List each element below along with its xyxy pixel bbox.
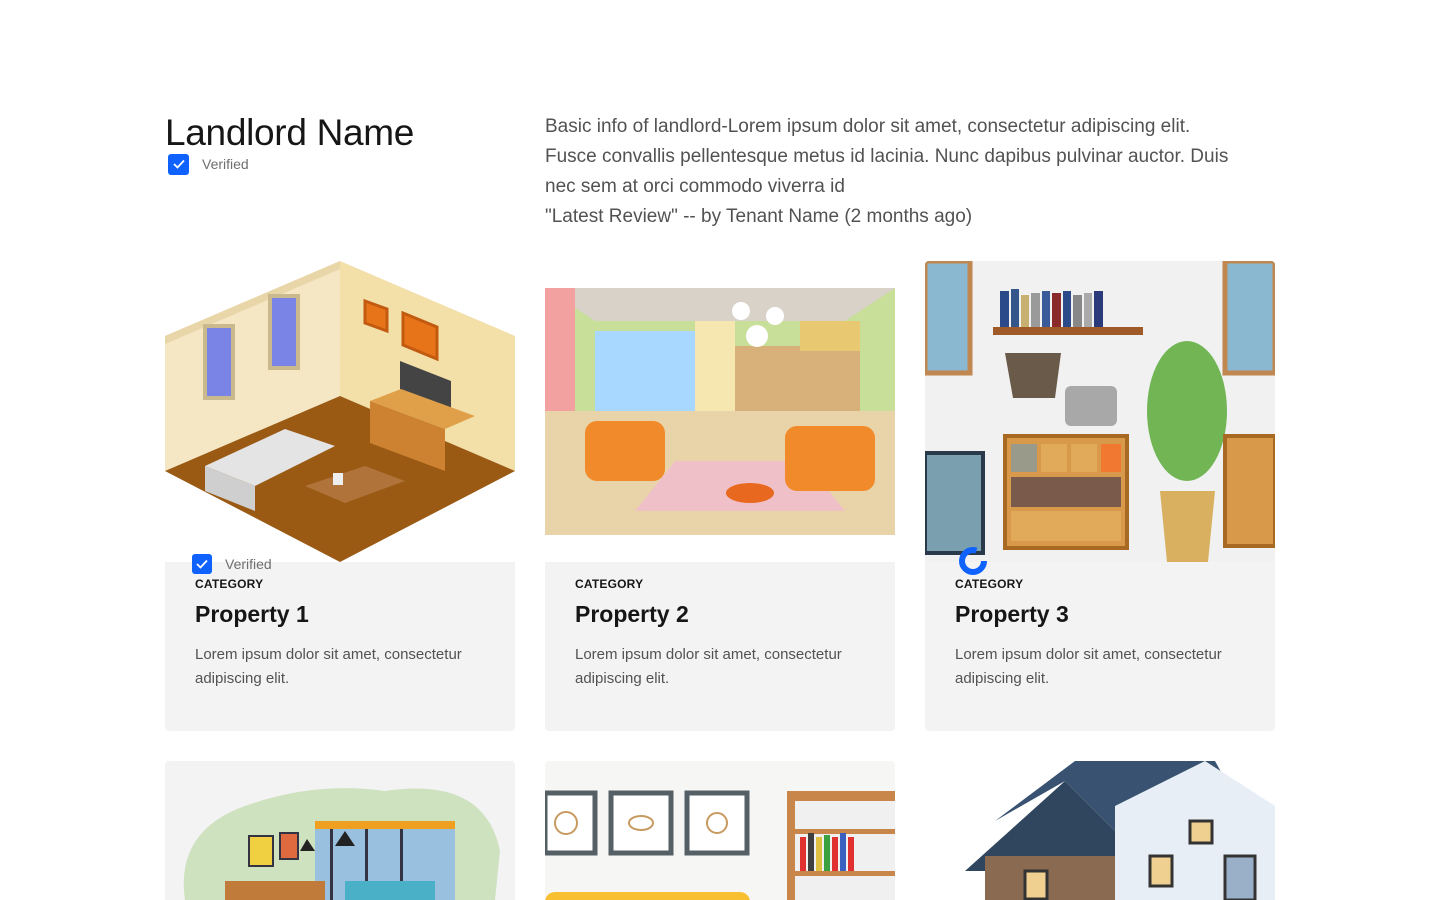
property-card-1[interactable]: Verified CATEGORY Property 1 Lorem ipsum… <box>165 261 515 731</box>
property-title[interactable]: Property 3 <box>955 601 1069 628</box>
verified-checkbox-icon <box>192 554 212 574</box>
house-photo-icon <box>925 761 1275 900</box>
about-line: Fusce convallis pellentesque metus id la… <box>545 146 1229 167</box>
property-card-4[interactable] <box>165 761 515 900</box>
wall-frames-illustration-icon <box>545 761 895 900</box>
living-room-illustration-icon <box>165 261 515 562</box>
landlord-profile-page: Landlord Name Verified Basic info of lan… <box>0 0 1440 900</box>
property-category: CATEGORY <box>955 577 1024 591</box>
verified-checkbox-icon <box>168 153 189 175</box>
landlord-about: Basic info of landlord-Lorem ipsum dolor… <box>545 112 1275 232</box>
property-category: CATEGORY <box>195 577 264 591</box>
property-category: CATEGORY <box>575 577 644 591</box>
landlord-verified-badge: Verified <box>168 153 249 175</box>
property-card-3[interactable]: CATEGORY Property 3 Lorem ipsum dolor si… <box>925 261 1275 731</box>
about-line: nec sem at orci commodo viverra id <box>545 176 845 197</box>
property-verified-badge: Verified <box>192 553 272 575</box>
latest-review[interactable]: "Latest Review" -- by Tenant Name (2 mon… <box>545 202 1275 232</box>
property-description: Lorem ipsum dolor sit amet, consectetur … <box>955 646 1222 687</box>
property-card-6[interactable] <box>925 761 1275 900</box>
property-title[interactable]: Property 1 <box>195 601 309 628</box>
furniture-illustration-icon <box>925 261 1275 562</box>
property-card-2[interactable]: CATEGORY Property 2 Lorem ipsum dolor si… <box>545 261 895 731</box>
property-card-5[interactable] <box>545 761 895 900</box>
property-description: Lorem ipsum dolor sit amet, consectetur … <box>575 646 842 687</box>
landlord-name: Landlord Name <box>165 112 415 153</box>
interior-illustration-icon <box>165 761 515 900</box>
about-line: Basic info of landlord-Lorem ipsum dolor… <box>545 116 1191 137</box>
verified-label: Verified <box>202 156 249 172</box>
property-description: Lorem ipsum dolor sit amet, consectetur … <box>195 646 462 687</box>
property-title[interactable]: Property 2 <box>575 601 689 628</box>
lounge-illustration-icon <box>545 261 895 562</box>
loading-spinner-icon <box>959 547 987 575</box>
verified-label: Verified <box>225 556 272 572</box>
